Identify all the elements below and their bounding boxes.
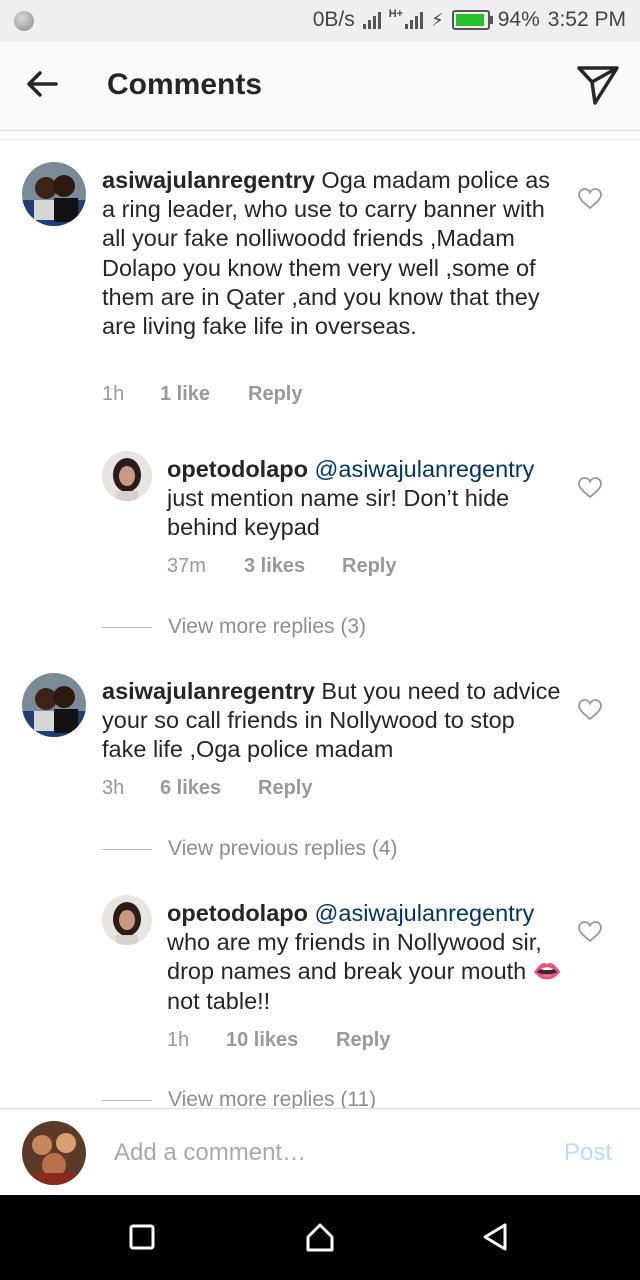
avatar[interactable]	[22, 162, 86, 226]
page-title: Comments	[107, 68, 263, 101]
comment-username[interactable]: asiwajulanregentry	[102, 678, 315, 704]
comment-time: 37m	[167, 555, 206, 577]
comments-list[interactable]: asiwajulanregentry Oga madam police as a…	[0, 140, 640, 1108]
comment-meta: 1h 1 like Reply	[102, 383, 302, 406]
comment-text: asiwajulanregentry But you need to advic…	[102, 677, 562, 765]
reply-button[interactable]: Reply	[248, 383, 302, 406]
view-previous-replies-label: View previous replies (4)	[168, 837, 398, 860]
comment-meta: 3h 6 likes Reply	[102, 777, 312, 800]
net-speed: 0B/s	[312, 8, 355, 31]
status-icons: 0B/s H+ ⚡ 94% 3:52 PM	[313, 8, 626, 32]
like-heart-icon[interactable]	[578, 188, 602, 210]
clock: 3:52 PM	[547, 8, 626, 31]
wifi-signal-icon	[362, 11, 381, 29]
recent-apps-square-icon[interactable]	[122, 1217, 162, 1257]
comment-text: asiwajulanregentry Oga madam police as a…	[102, 166, 562, 341]
comment-likes[interactable]: 6 likes	[160, 777, 258, 800]
like-heart-icon[interactable]	[578, 921, 602, 943]
back-arrow-icon[interactable]	[22, 64, 62, 104]
comment-likes[interactable]: 1 like	[160, 383, 248, 406]
reply-button[interactable]: Reply	[258, 777, 312, 800]
comment-body: just mention name sir! Don’t hide behind…	[167, 485, 510, 541]
mention-link[interactable]: @asiwajulanregentry	[315, 900, 535, 926]
divider	[102, 848, 152, 850]
comment-text: opetodolapo @asiwajulanregentry who are …	[167, 899, 567, 1016]
paper-plane-icon[interactable]	[576, 62, 620, 106]
battery-icon	[451, 10, 493, 30]
comment-username[interactable]: asiwajulanregentry	[102, 167, 315, 193]
comment-time: 3h	[102, 777, 125, 799]
like-heart-icon[interactable]	[578, 477, 602, 499]
system-nav-bar	[0, 1195, 640, 1280]
comment-username[interactable]: opetodolapo	[167, 900, 308, 926]
like-heart-icon[interactable]	[578, 699, 602, 721]
status-bar: 0B/s H+ ⚡ 94% 3:52 PM	[0, 0, 640, 42]
comment-likes[interactable]: 3 likes	[244, 555, 342, 578]
charging-icon: ⚡	[431, 9, 444, 30]
comment-likes[interactable]: 10 likes	[226, 1029, 336, 1052]
header-bar: Comments	[0, 42, 640, 131]
comment-time: 1h	[102, 383, 125, 405]
view-more-replies-label: View more replies (3)	[168, 615, 367, 638]
avatar[interactable]	[22, 673, 86, 737]
add-comment-input[interactable]	[114, 1133, 534, 1173]
view-more-replies-button[interactable]: View more replies (3)	[102, 615, 366, 639]
network-type: H+	[388, 8, 404, 20]
comment-body-end: not table!!	[167, 987, 271, 1014]
cell-signal-icon	[405, 11, 424, 29]
view-more-replies-label: View more replies (11)	[168, 1088, 377, 1108]
battery-fill	[455, 14, 484, 26]
comment-composer: Post	[0, 1108, 640, 1196]
comment-username[interactable]: opetodolapo	[167, 456, 308, 482]
lips-emoji: 👄	[532, 958, 563, 985]
reply-button[interactable]: Reply	[336, 1029, 390, 1052]
post-button[interactable]: Post	[564, 1139, 612, 1167]
divider	[102, 626, 152, 628]
comment-text: opetodolapo @asiwajulanregentry just men…	[167, 455, 567, 543]
battery-percent: 94%	[497, 8, 540, 31]
home-icon[interactable]	[300, 1217, 340, 1257]
avatar[interactable]	[102, 895, 152, 945]
reply-button[interactable]: Reply	[342, 555, 396, 578]
comment-meta: 37m 3 likes Reply	[167, 555, 396, 578]
comment-time: 1h	[167, 1029, 190, 1051]
divider	[102, 1099, 152, 1101]
notification-dot-icon	[14, 11, 34, 31]
comment-meta: 1h 10 likes Reply	[167, 1029, 390, 1052]
my-avatar	[22, 1121, 86, 1185]
mention-link[interactable]: @asiwajulanregentry	[315, 456, 535, 482]
avatar[interactable]	[102, 451, 152, 501]
view-more-replies-button[interactable]: View more replies (11)	[102, 1088, 376, 1108]
back-triangle-icon[interactable]	[476, 1217, 516, 1257]
view-previous-replies-button[interactable]: View previous replies (4)	[102, 837, 398, 861]
comment-body: who are my friends in Nollywood sir, dro…	[167, 929, 542, 985]
